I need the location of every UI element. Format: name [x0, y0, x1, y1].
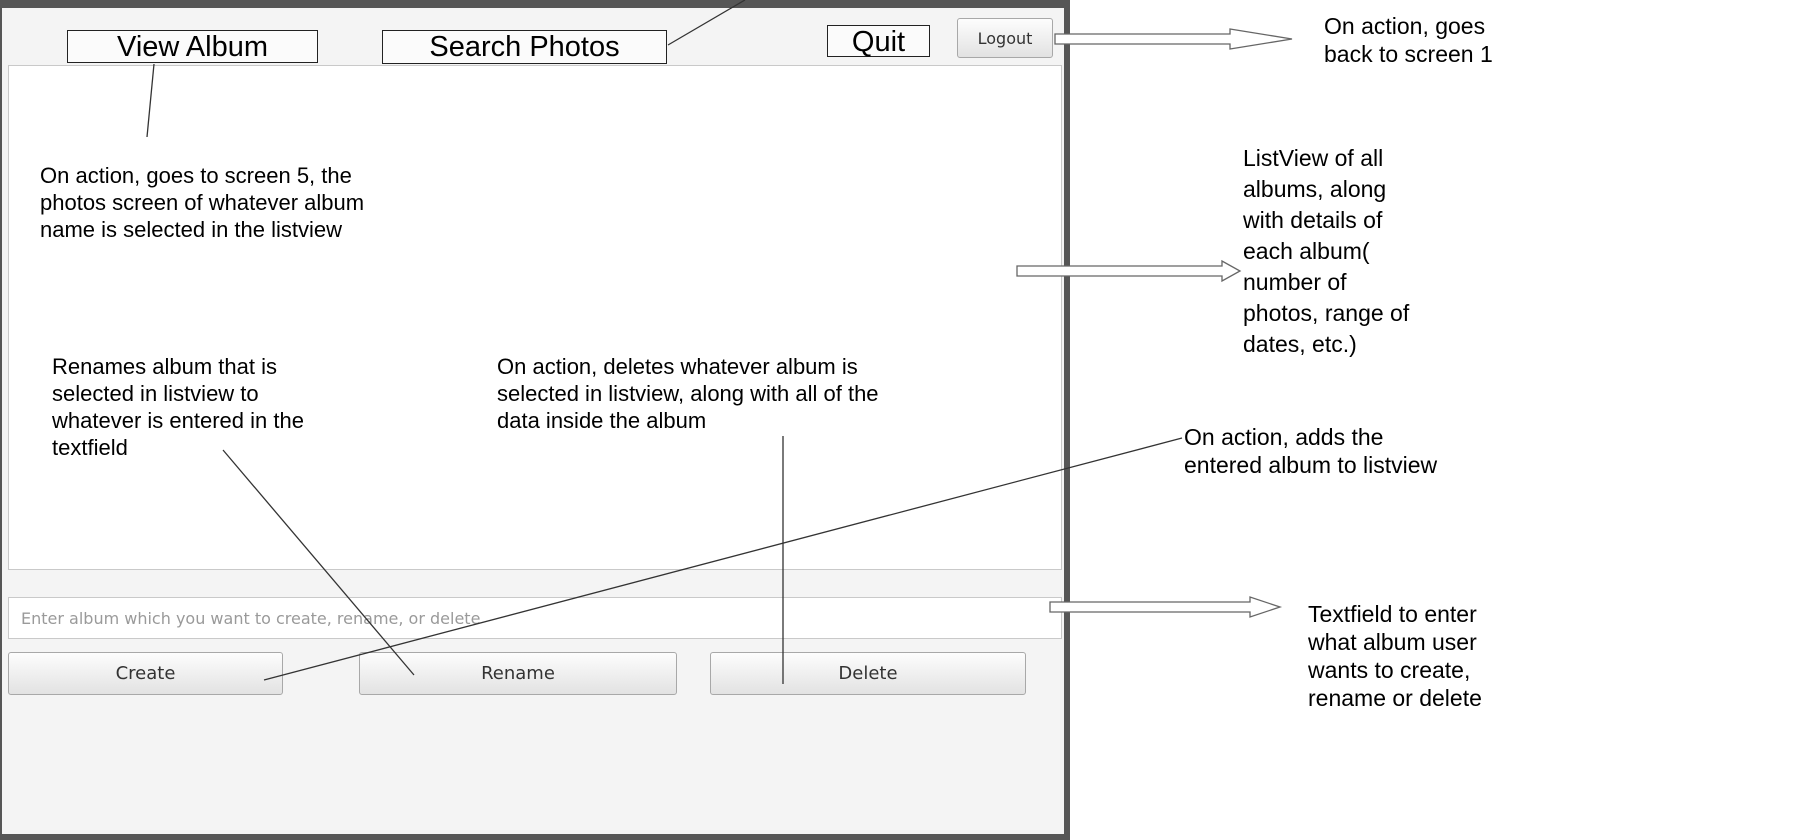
create-button[interactable]: Create: [8, 652, 283, 695]
arrow-textfield: [1049, 596, 1283, 618]
view-album-note: On action, goes to screen 5, the photos …: [40, 162, 364, 243]
note-line: name is selected in the listview: [40, 217, 343, 242]
note-line: selected in listview to: [52, 381, 259, 406]
rename-note: Renames album that is selected in listvi…: [52, 353, 304, 461]
view-album-button[interactable]: View Album: [67, 30, 318, 63]
note-line: On action, goes to screen 5, the: [40, 163, 352, 188]
note-line: Renames album that is: [52, 354, 277, 379]
arrow-logout: [1054, 28, 1293, 50]
create-note: On action, adds the entered album to lis…: [1184, 423, 1437, 479]
textfield-note: Textfield to enter what album user wants…: [1308, 600, 1482, 712]
note-line: number of: [1243, 269, 1347, 295]
note-line: photos, range of: [1243, 300, 1410, 326]
note-line: rename or delete: [1308, 685, 1482, 711]
note-line: whatever is entered in the: [52, 408, 304, 433]
album-listview[interactable]: [8, 65, 1062, 570]
album-name-textfield[interactable]: [8, 597, 1062, 639]
note-line: back to screen 1: [1324, 41, 1493, 67]
quit-button[interactable]: Quit: [827, 25, 930, 57]
note-line: each album(: [1243, 238, 1370, 264]
delete-note: On action, deletes whatever album is sel…: [497, 353, 879, 434]
logout-note: On action, goes back to screen 1: [1324, 12, 1493, 68]
listview-note: ListView of all albums, along with detai…: [1243, 143, 1409, 360]
note-line: selected in listview, along with all of …: [497, 381, 879, 406]
note-line: entered album to listview: [1184, 452, 1438, 478]
note-line: On action, goes: [1324, 13, 1486, 39]
note-line: data inside the album: [497, 408, 707, 433]
note-line: ListView of all: [1243, 145, 1384, 171]
note-line: dates, etc.): [1243, 331, 1357, 357]
delete-button[interactable]: Delete: [710, 652, 1026, 695]
note-line: On action, deletes whatever album is: [497, 354, 858, 379]
note-line: photos screen of whatever album: [40, 190, 365, 215]
note-line: wants to create,: [1308, 657, 1471, 683]
note-line: On action, adds the: [1184, 424, 1384, 450]
note-line: with details of: [1243, 207, 1383, 233]
note-line: albums, along: [1243, 176, 1387, 202]
search-photos-button[interactable]: Search Photos: [382, 30, 667, 64]
rename-button[interactable]: Rename: [359, 652, 677, 695]
note-line: textfield: [52, 435, 128, 460]
note-line: Textfield to enter: [1308, 601, 1477, 627]
note-line: what album user: [1308, 629, 1477, 655]
logout-button[interactable]: Logout: [957, 18, 1053, 58]
